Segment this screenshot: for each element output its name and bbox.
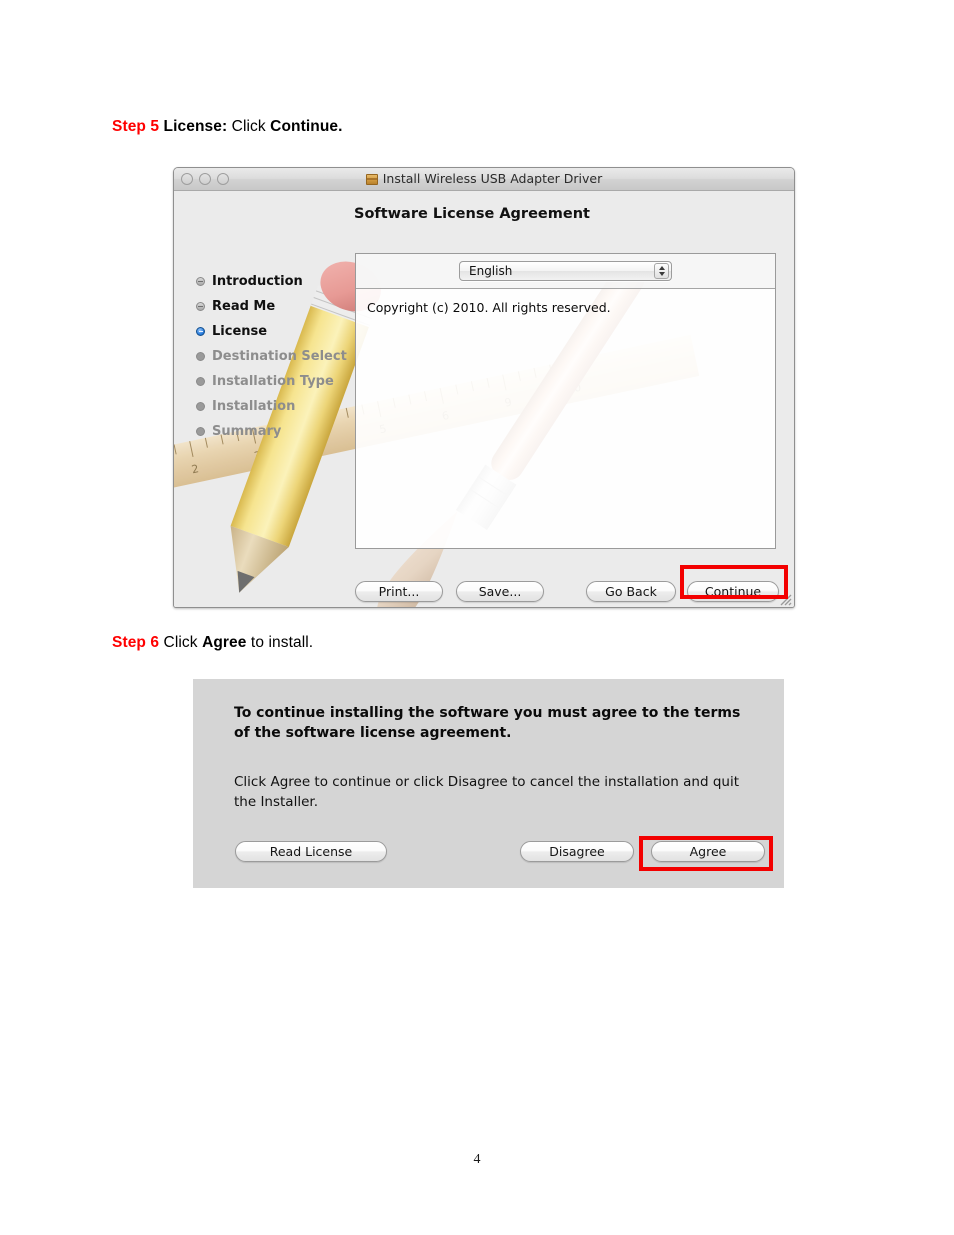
installer-window: Install Wireless USB Adapter Driver 2 3 …	[173, 167, 795, 608]
sidebar-item-label: License	[212, 324, 268, 339]
sidebar-item-summary: Summary	[196, 419, 361, 444]
dialog-primary-text: To continue installing the software you …	[234, 705, 741, 742]
sidebar-item-read-me: Read Me	[196, 294, 361, 319]
sidebar-item-label: Installation	[212, 399, 296, 414]
sidebar-item-introduction: Introduction	[196, 269, 361, 294]
step-status-icon	[196, 277, 205, 286]
svg-text:2: 2	[190, 462, 200, 476]
step-status-icon	[196, 402, 205, 411]
language-select[interactable]: English	[459, 261, 672, 281]
read-license-button[interactable]: Read License	[235, 841, 387, 862]
step-5-action-target: Continue.	[270, 118, 343, 135]
step-5-title: License:	[163, 118, 228, 135]
page-title: Software License Agreement	[354, 206, 590, 222]
step-5-action-prefix: Click	[231, 118, 266, 135]
installer-box-icon	[365, 174, 378, 185]
sidebar-item-destination-select: Destination Select	[196, 344, 361, 369]
step-status-icon	[196, 352, 205, 361]
installer-sidebar: Introduction Read Me License Destination…	[196, 269, 361, 444]
language-row: English	[356, 254, 775, 289]
disagree-button[interactable]: Disagree	[520, 841, 634, 862]
step-status-icon	[196, 377, 205, 386]
page-number: 4	[473, 1152, 481, 1167]
sidebar-item-installation-type: Installation Type	[196, 369, 361, 394]
svg-text:3: 3	[253, 449, 263, 463]
continue-button-highlight	[680, 565, 788, 599]
sidebar-item-label: Destination Select	[212, 349, 347, 364]
sidebar-item-license: License	[196, 319, 361, 344]
sidebar-item-installation: Installation	[196, 394, 361, 419]
license-text: Copyright (c) 2010. All rights reserved.	[367, 300, 611, 315]
save-button[interactable]: Save...	[456, 581, 544, 602]
step-5-heading: Step 5 License: Click Continue.	[112, 118, 343, 136]
print-button[interactable]: Print...	[355, 581, 443, 602]
step-current-icon	[196, 327, 205, 336]
sidebar-item-label: Installation Type	[212, 374, 334, 389]
step-6-action-suffix: to install.	[250, 634, 314, 651]
step-6-action-target: Agree	[202, 634, 247, 651]
step-6-heading: Step 6 Click Agree to install.	[112, 634, 313, 652]
step-status-icon	[196, 302, 205, 311]
sidebar-item-label: Read Me	[212, 299, 276, 314]
window-title: Install Wireless USB Adapter Driver	[174, 171, 794, 186]
go-back-button[interactable]: Go Back	[586, 581, 676, 602]
up-down-stepper-icon[interactable]	[654, 263, 669, 279]
sidebar-item-label: Summary	[212, 424, 282, 439]
installer-window-body: 0 1 2 3 4 5 6 9 10	[174, 191, 794, 607]
dialog-secondary-text: Click Agree to continue or click Disagre…	[234, 774, 739, 811]
step-5-label: Step 5	[112, 118, 160, 135]
language-select-value: English	[469, 264, 513, 278]
step-status-icon	[196, 427, 205, 436]
step-6-action-prefix: Click	[163, 634, 198, 651]
window-titlebar[interactable]: Install Wireless USB Adapter Driver	[174, 168, 794, 191]
step-6-label: Step 6	[112, 634, 160, 651]
license-panel: English Copyright (c) 2010. All rights r…	[355, 253, 776, 549]
window-title-text: Install Wireless USB Adapter Driver	[382, 171, 603, 186]
agree-button-highlight	[639, 836, 773, 871]
sidebar-item-label: Introduction	[212, 274, 303, 289]
